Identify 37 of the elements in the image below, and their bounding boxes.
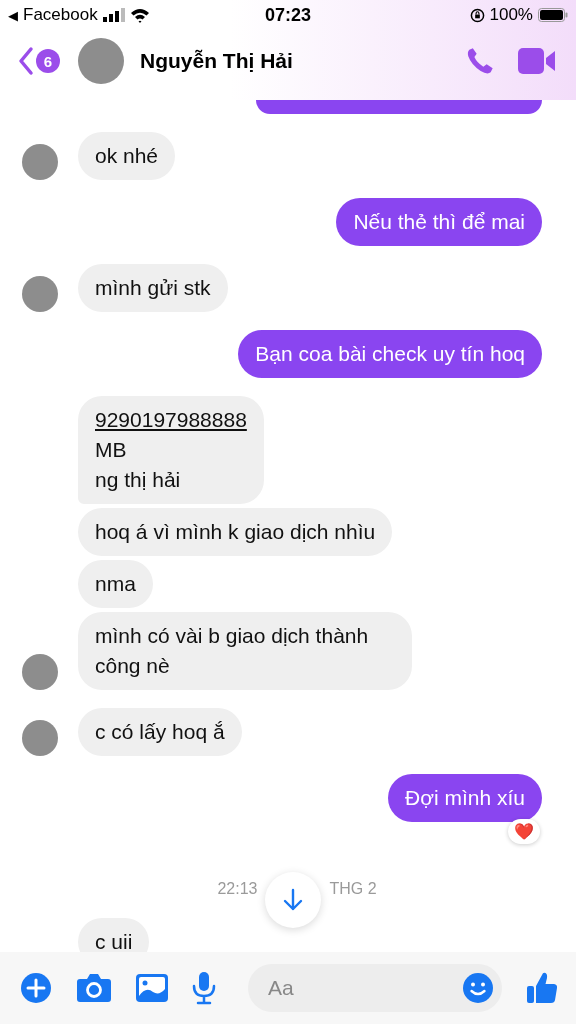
back-app-label[interactable]: Facebook bbox=[23, 5, 98, 25]
message-bubble[interactable]: Nếu thẻ thì để mai bbox=[336, 198, 542, 246]
message-bubble[interactable]: nma bbox=[78, 560, 153, 608]
battery-icon bbox=[538, 8, 568, 22]
timestamp: THG 2 bbox=[329, 880, 377, 898]
message-bubble[interactable]: Đợi mình xíu bbox=[388, 774, 542, 822]
video-call-icon[interactable] bbox=[518, 48, 556, 74]
signal-icon bbox=[102, 8, 125, 22]
message-text: MB ng thị hải bbox=[95, 437, 182, 493]
message-bubble[interactable]: hoq á vì mình k giao dịch nhìu bbox=[78, 508, 393, 556]
wifi-icon bbox=[129, 7, 150, 23]
message-bubble[interactable]: c có lấy hoq ắ bbox=[78, 708, 242, 756]
add-icon[interactable] bbox=[20, 972, 52, 1004]
back-arrow-icon[interactable]: ◀ bbox=[8, 7, 18, 23]
message-bubble[interactable]: mình gửi stk bbox=[78, 264, 228, 312]
emoji-icon[interactable] bbox=[462, 972, 494, 1004]
account-number-link[interactable]: 9290197988888 bbox=[95, 405, 247, 435]
message-bubble[interactable]: mình có vài b giao dịch thành công nè bbox=[78, 612, 412, 690]
message-input-field[interactable]: Aa bbox=[248, 964, 502, 1012]
scroll-down-button[interactable] bbox=[265, 872, 322, 928]
arrow-down-icon bbox=[282, 888, 305, 912]
image-icon[interactable] bbox=[136, 974, 168, 1002]
unread-count-badge[interactable]: 6 bbox=[36, 49, 60, 73]
battery-percent: 100% bbox=[489, 5, 533, 25]
contact-avatar[interactable] bbox=[78, 38, 124, 84]
message-bubble[interactable]: c uii bbox=[78, 918, 150, 952]
rotation-lock-icon bbox=[469, 7, 485, 23]
chevron-left-icon[interactable] bbox=[18, 46, 34, 76]
message-bubble[interactable]: ok nhé bbox=[78, 132, 176, 180]
message-bubble[interactable]: Bạn coa bài check uy tín hoq bbox=[238, 330, 542, 378]
reaction-badge[interactable]: ❤ bbox=[508, 819, 540, 844]
clock: 07:23 bbox=[264, 4, 311, 26]
thumbs-up-icon[interactable] bbox=[526, 971, 558, 1005]
timestamp: 22:13 bbox=[217, 880, 258, 898]
microphone-icon[interactable] bbox=[192, 971, 216, 1005]
contact-name[interactable]: Nguyễn Thị Hải bbox=[140, 49, 442, 73]
camera-icon[interactable] bbox=[76, 973, 112, 1003]
